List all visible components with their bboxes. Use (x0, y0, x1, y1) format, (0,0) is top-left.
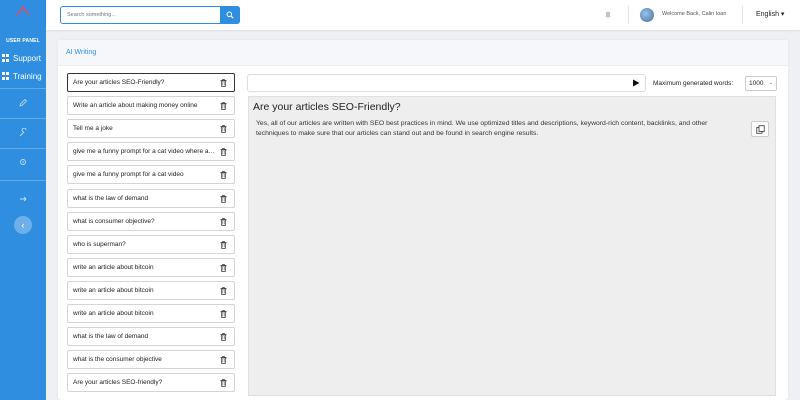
history-item-label: write an article about bitcoin (73, 310, 154, 317)
sidebar-item-training[interactable]: Training (2, 70, 42, 82)
history-item[interactable]: who is superman? (67, 234, 235, 254)
history-item-label: Write an article about making money onli… (73, 102, 198, 110)
history-item-label: write an article about bitcoin (73, 286, 154, 294)
history-item-label: give me a funny prompt for a cat video w… (73, 148, 215, 156)
panel-title: USER PANEL (6, 38, 40, 44)
language-dropdown[interactable]: English ▾ (756, 10, 784, 18)
trash-icon[interactable] (220, 356, 227, 364)
sidebar-divider (0, 148, 46, 149)
send-icon[interactable] (632, 79, 640, 87)
history-item[interactable]: give me a funny prompt for a cat video (67, 165, 235, 185)
sidebar-item-label: Support (13, 53, 42, 63)
bell-icon[interactable] (604, 10, 614, 20)
wrench-icon[interactable] (17, 127, 29, 140)
history-item[interactable]: what is the consumer objective (67, 350, 235, 370)
history-item-label: give me a funny prompt for a cat video (73, 171, 184, 179)
output-title: Are your articles SEO-Friendly? (253, 101, 401, 113)
max-words-select[interactable]: 1000 ⌄ (745, 76, 777, 91)
topbar: Welcome Back, Calin Ioan English ▾ (46, 0, 800, 30)
sidebar-divider (0, 118, 46, 119)
prompt-input[interactable] (247, 74, 646, 92)
history-item-label: what is consumer objective? (73, 217, 155, 225)
trash-icon[interactable] (220, 125, 227, 133)
trash-icon[interactable] (220, 310, 227, 318)
trash-icon[interactable] (220, 217, 227, 226)
copy-icon (755, 124, 765, 134)
grid-icon (2, 72, 10, 80)
trash-icon[interactable] (220, 333, 227, 341)
chevron-down-icon: ⌄ (768, 80, 773, 86)
sidebar-item-label: Training (13, 71, 42, 81)
copy-button[interactable] (751, 121, 769, 137)
history-item[interactable]: what is the law of demand (67, 327, 235, 347)
search-icon (226, 11, 234, 19)
history-item[interactable]: write an article about bitcoin (67, 257, 235, 277)
trash-icon[interactable] (220, 171, 227, 180)
topbar-divider (742, 6, 743, 24)
history-item-label: what is the law of demand (73, 194, 149, 202)
max-words-value: 1000 (749, 80, 764, 87)
history-item-label: who is superman? (73, 240, 126, 248)
collapse-sidebar-button[interactable]: ‹ (14, 216, 32, 234)
topbar-divider (628, 6, 629, 24)
history-item-label: what is the law of demand (73, 333, 149, 341)
history-item[interactable]: give me a funny prompt for a cat video w… (67, 142, 235, 162)
history-item-label: write an article about bitcoin (73, 263, 154, 271)
output-panel: Are your articles SEO-Friendly? Yes, all… (248, 96, 776, 396)
history-item-label: Tell me a joke (73, 125, 113, 133)
search-box (60, 6, 240, 24)
trash-icon[interactable] (220, 79, 227, 87)
history-item[interactable]: Are your articles SEO-friendly? (67, 373, 235, 393)
history-item[interactable]: write an article about bitcoin (67, 304, 235, 323)
history-item[interactable]: what is consumer objective? (67, 211, 235, 231)
grid-icon (2, 54, 10, 62)
gear-icon[interactable] (17, 157, 29, 169)
sidebar: USER PANEL Support Training ‹ (0, 0, 46, 400)
welcome-text: Welcome Back, Calin Ioan (662, 11, 727, 17)
ai-writing-card: AI Writing Are your articles SEO-Friendl… (58, 40, 788, 400)
search-button[interactable] (220, 6, 240, 24)
sidebar-divider (0, 180, 46, 181)
history-item-label: Are your articles SEO-friendly? (73, 379, 163, 387)
card-title: AI Writing (66, 49, 97, 56)
card-header: AI Writing (58, 40, 788, 66)
trash-icon[interactable] (220, 379, 227, 388)
history-item-label: Are your articles SEO-Friendly? (73, 79, 165, 86)
output-body: Yes, all of our articles are written wit… (256, 120, 708, 137)
trash-icon[interactable] (220, 240, 227, 249)
logo-icon[interactable] (16, 6, 30, 16)
trash-icon[interactable] (220, 194, 227, 203)
trash-icon[interactable] (220, 287, 227, 295)
avatar[interactable] (640, 8, 654, 22)
history-item[interactable]: write an article about bitcoin (67, 280, 235, 300)
trash-icon[interactable] (220, 264, 227, 272)
history-item[interactable]: Are your articles SEO-Friendly? (67, 73, 235, 92)
logout-icon[interactable] (17, 194, 29, 206)
history-item[interactable]: Tell me a joke (67, 119, 235, 139)
trash-icon[interactable] (220, 148, 227, 157)
sidebar-divider (0, 88, 46, 89)
sidebar-item-support[interactable]: Support (2, 52, 41, 64)
history-item[interactable]: what is the law of demand (67, 188, 235, 208)
history-item[interactable]: Write an article about making money onli… (67, 96, 235, 116)
trash-icon[interactable] (220, 102, 227, 110)
history-item-label: what is the consumer objective (73, 356, 162, 364)
search-input[interactable] (61, 7, 221, 23)
max-words-label: Maximum generated words: (653, 80, 734, 87)
pencil-icon[interactable] (17, 98, 29, 110)
